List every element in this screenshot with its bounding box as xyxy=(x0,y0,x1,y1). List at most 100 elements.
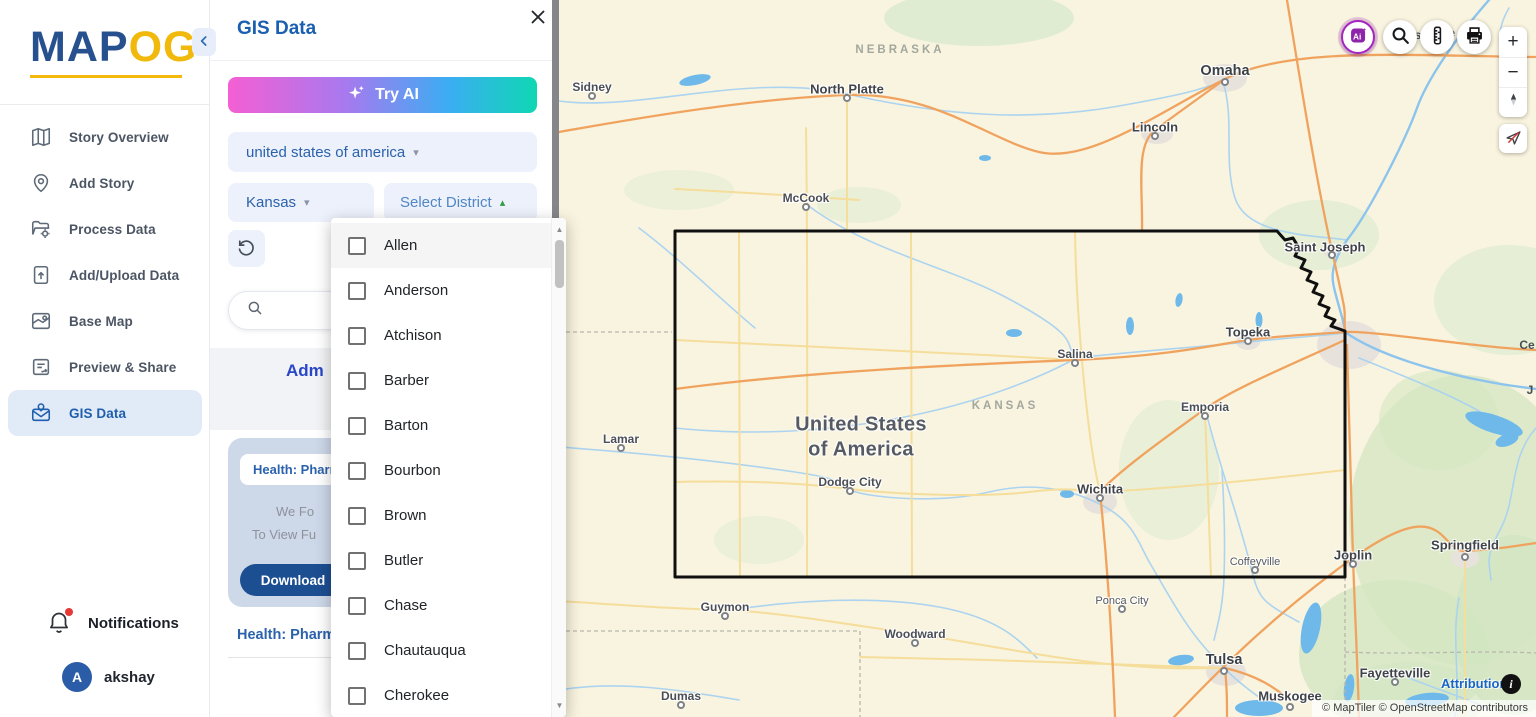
map-state-label: NEBRASKA xyxy=(855,44,945,56)
map-canvas[interactable]: Sidney North Platte Omaha Lincoln McCook Sain… xyxy=(559,0,1536,717)
checkbox-icon[interactable] xyxy=(348,686,366,705)
checkbox-icon[interactable] xyxy=(348,461,366,480)
sidebar-item-add-story[interactable]: Add Story xyxy=(8,160,202,206)
sidebar-item-label: Add Story xyxy=(69,175,135,191)
mail-pin-icon xyxy=(30,402,52,424)
map-labels-layer: Sidney North Platte Omaha Lincoln McCook Sain… xyxy=(559,0,1536,717)
map-city-marker xyxy=(1220,667,1228,675)
map-city-marker xyxy=(802,203,810,211)
district-option-barton[interactable]: Barton xyxy=(331,403,551,448)
locate-disabled-button[interactable] xyxy=(1499,124,1527,153)
district-option-brown[interactable]: Brown xyxy=(331,493,551,538)
country-select[interactable]: united states of america ▾ xyxy=(228,132,537,172)
sidebar-item-process-data[interactable]: Process Data xyxy=(8,206,202,252)
caret-up-icon: ▴ xyxy=(499,197,506,209)
chevron-left-icon xyxy=(196,33,212,52)
location-pin-icon xyxy=(30,172,52,194)
checkbox-icon[interactable] xyxy=(348,641,366,660)
list-share-icon xyxy=(30,356,52,378)
sidebar-item-gis-data[interactable]: GIS Data xyxy=(8,390,202,436)
print-button[interactable] xyxy=(1457,20,1491,54)
district-option-anderson[interactable]: Anderson xyxy=(331,268,551,313)
map-city-marker xyxy=(721,612,729,620)
user-menu[interactable]: A akshay xyxy=(0,651,210,703)
info-icon[interactable]: i xyxy=(1501,674,1521,694)
section-heading: Adm xyxy=(286,361,324,380)
dropdown-scrollbar[interactable]: ▲ ▼ xyxy=(551,218,566,717)
map-city-label: Springfield xyxy=(1431,537,1499,553)
ai-icon: Ai xyxy=(1348,25,1369,49)
map-city-marker xyxy=(1201,412,1209,420)
sidebar-item-add-upload-data[interactable]: Add/Upload Data xyxy=(8,252,202,298)
district-option-list: Allen Anderson Atchison Barber Barton Bourbon… xyxy=(331,223,551,717)
district-option-butler[interactable]: Butler xyxy=(331,538,551,583)
map-attribution: © MapTiler © OpenStreetMap contributors xyxy=(1312,700,1536,717)
close-panel-button[interactable] xyxy=(527,7,549,29)
checkbox-icon[interactable] xyxy=(348,326,366,345)
reset-icon xyxy=(237,238,256,260)
zoom-out-button[interactable]: − xyxy=(1499,57,1527,87)
district-option-allen[interactable]: Allen xyxy=(331,223,551,268)
map-city-marker xyxy=(1151,132,1159,140)
scroll-up-icon[interactable]: ▲ xyxy=(552,225,566,234)
logo-text-og: OG xyxy=(128,23,198,71)
district-option-label: Cherokee xyxy=(384,687,450,704)
map-city-marker xyxy=(617,444,625,452)
district-option-chautauqua[interactable]: Chautauqua xyxy=(331,628,551,673)
caret-down-icon: ▾ xyxy=(304,197,310,209)
sidebar-item-label: Base Map xyxy=(69,313,133,329)
district-option-atchison[interactable]: Atchison xyxy=(331,313,551,358)
map-city-marker xyxy=(1391,678,1399,686)
district-option-barber[interactable]: Barber xyxy=(331,358,551,403)
try-ai-button[interactable]: Try AI xyxy=(228,77,537,113)
district-option-label: Brown xyxy=(384,507,427,524)
search-icon xyxy=(246,299,264,322)
ai-tools-button[interactable]: Ai xyxy=(1341,20,1375,54)
sidebar-item-label: Add/Upload Data xyxy=(69,267,180,283)
search-icon xyxy=(1390,25,1411,49)
map-search-button[interactable] xyxy=(1383,20,1417,54)
district-select[interactable]: Select District ▴ xyxy=(384,183,537,222)
map-city-marker xyxy=(1328,251,1336,259)
checkbox-icon[interactable] xyxy=(348,371,366,390)
map-city-marker xyxy=(843,94,851,102)
sidebar-item-base-map[interactable]: Base Map xyxy=(8,298,202,344)
sidebar-bottom: Notifications A akshay xyxy=(0,601,210,703)
district-option-bourbon[interactable]: Bourbon xyxy=(331,448,551,493)
checkbox-icon[interactable] xyxy=(348,281,366,300)
checkbox-icon[interactable] xyxy=(348,596,366,615)
reset-button[interactable] xyxy=(228,230,265,267)
checkbox-icon[interactable] xyxy=(348,551,366,570)
checkbox-icon[interactable] xyxy=(348,506,366,525)
sidebar-item-label: Story Overview xyxy=(69,129,169,145)
checkbox-icon[interactable] xyxy=(348,416,366,435)
zoom-in-button[interactable]: + xyxy=(1499,27,1527,57)
checkbox-icon[interactable] xyxy=(348,236,366,255)
map-city-marker xyxy=(1286,703,1294,711)
measure-ruler-button[interactable] xyxy=(1420,20,1454,54)
location-arrow-slash-icon xyxy=(1504,128,1523,150)
map-city-label: Omaha xyxy=(1200,63,1250,79)
folder-gear-icon xyxy=(30,218,52,240)
compass-icon xyxy=(1505,91,1522,114)
map-country-label: United States xyxy=(795,413,927,436)
attribution-link[interactable]: Attribution xyxy=(1441,676,1507,691)
scrollbar-thumb[interactable] xyxy=(555,240,564,288)
state-select[interactable]: Kansas ▾ xyxy=(228,183,374,222)
district-option-label: Anderson xyxy=(384,282,449,299)
bell-icon xyxy=(46,608,73,636)
try-ai-label: Try AI xyxy=(375,86,419,103)
sidebar-item-preview-share[interactable]: Preview & Share xyxy=(8,344,202,390)
sidebar-item-story-overview[interactable]: Story Overview xyxy=(8,114,202,160)
scroll-down-icon[interactable]: ▼ xyxy=(552,701,566,710)
compass-button[interactable] xyxy=(1499,87,1527,117)
notifications-button[interactable]: Notifications xyxy=(0,601,210,645)
district-option-label: Chase xyxy=(384,597,428,614)
map-city-marker xyxy=(1244,337,1252,345)
district-option-chase[interactable]: Chase xyxy=(331,583,551,628)
app-root: Sidney North Platte Omaha Lincoln McCook Sain… xyxy=(0,0,1536,717)
district-option-cherokee[interactable]: Cherokee xyxy=(331,673,551,717)
app-logo[interactable]: MAPOG xyxy=(30,20,196,78)
district-option-label: Allen xyxy=(384,237,418,254)
sidebar-collapse-button[interactable] xyxy=(192,28,216,56)
